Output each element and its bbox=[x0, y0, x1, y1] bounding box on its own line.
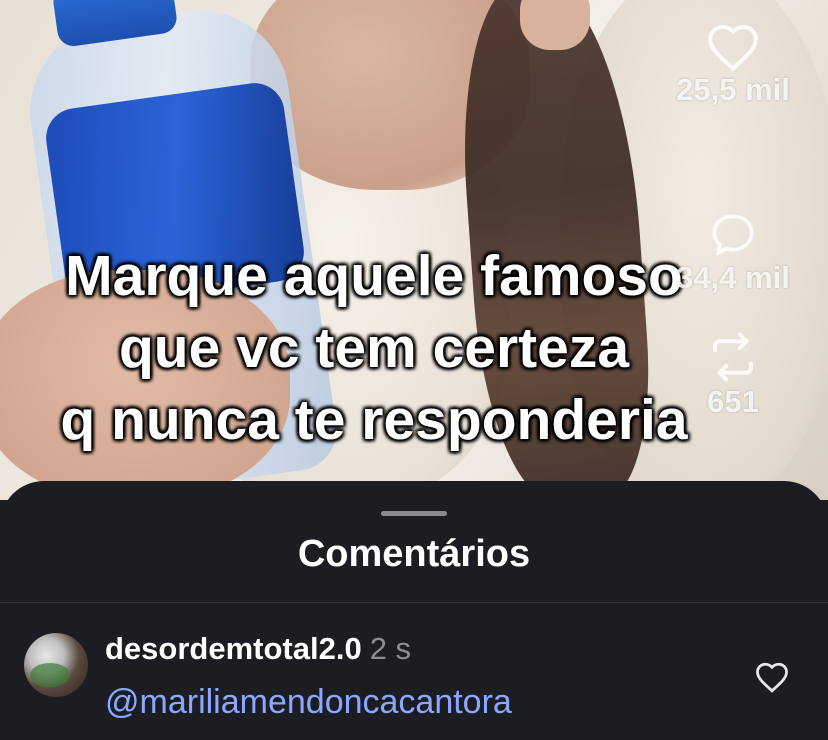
comment-header: desordemtotal2.0 2 s bbox=[105, 631, 411, 667]
hand-top bbox=[520, 0, 590, 50]
video-background[interactable]: Marque aquele famoso que vc tem certeza … bbox=[0, 0, 828, 500]
comment-time: 2 s bbox=[369, 631, 412, 666]
comments-sheet: Comentários desordemtotal2.0 2 s @marilia… bbox=[0, 481, 828, 740]
comment-bubble-icon[interactable] bbox=[707, 210, 759, 260]
video-caption: Marque aquele famoso que vc tem certeza … bbox=[14, 240, 734, 456]
comment-mention[interactable]: @mariliamendoncacantora bbox=[105, 683, 512, 722]
comment-like-button[interactable] bbox=[754, 661, 790, 693]
comment-count: 34,4 mil bbox=[676, 260, 790, 295]
caption-line: Marque aquele famoso bbox=[65, 244, 683, 308]
divider bbox=[0, 602, 828, 603]
caption-line: que vc tem certeza bbox=[118, 316, 630, 380]
sheet-title: Comentários bbox=[297, 533, 531, 575]
sheet-grabber[interactable] bbox=[381, 511, 447, 516]
repost-icon[interactable] bbox=[706, 330, 760, 384]
like-count: 25,5 mil bbox=[676, 72, 790, 107]
repost-action[interactable]: 651 bbox=[658, 330, 808, 420]
avatar[interactable] bbox=[24, 633, 88, 697]
caption-line: q nunca te responderia bbox=[60, 388, 688, 452]
repost-count: 651 bbox=[707, 384, 759, 419]
comment-item[interactable]: desordemtotal2.0 2 s @mariliamendoncacant… bbox=[0, 631, 828, 740]
heart-outline-icon[interactable] bbox=[754, 661, 790, 693]
like-action[interactable]: 25,5 mil bbox=[658, 22, 808, 108]
comment-username[interactable]: desordemtotal2.0 bbox=[105, 631, 362, 666]
comment-action[interactable]: 34,4 mil bbox=[658, 210, 808, 296]
heart-icon[interactable] bbox=[705, 22, 761, 72]
